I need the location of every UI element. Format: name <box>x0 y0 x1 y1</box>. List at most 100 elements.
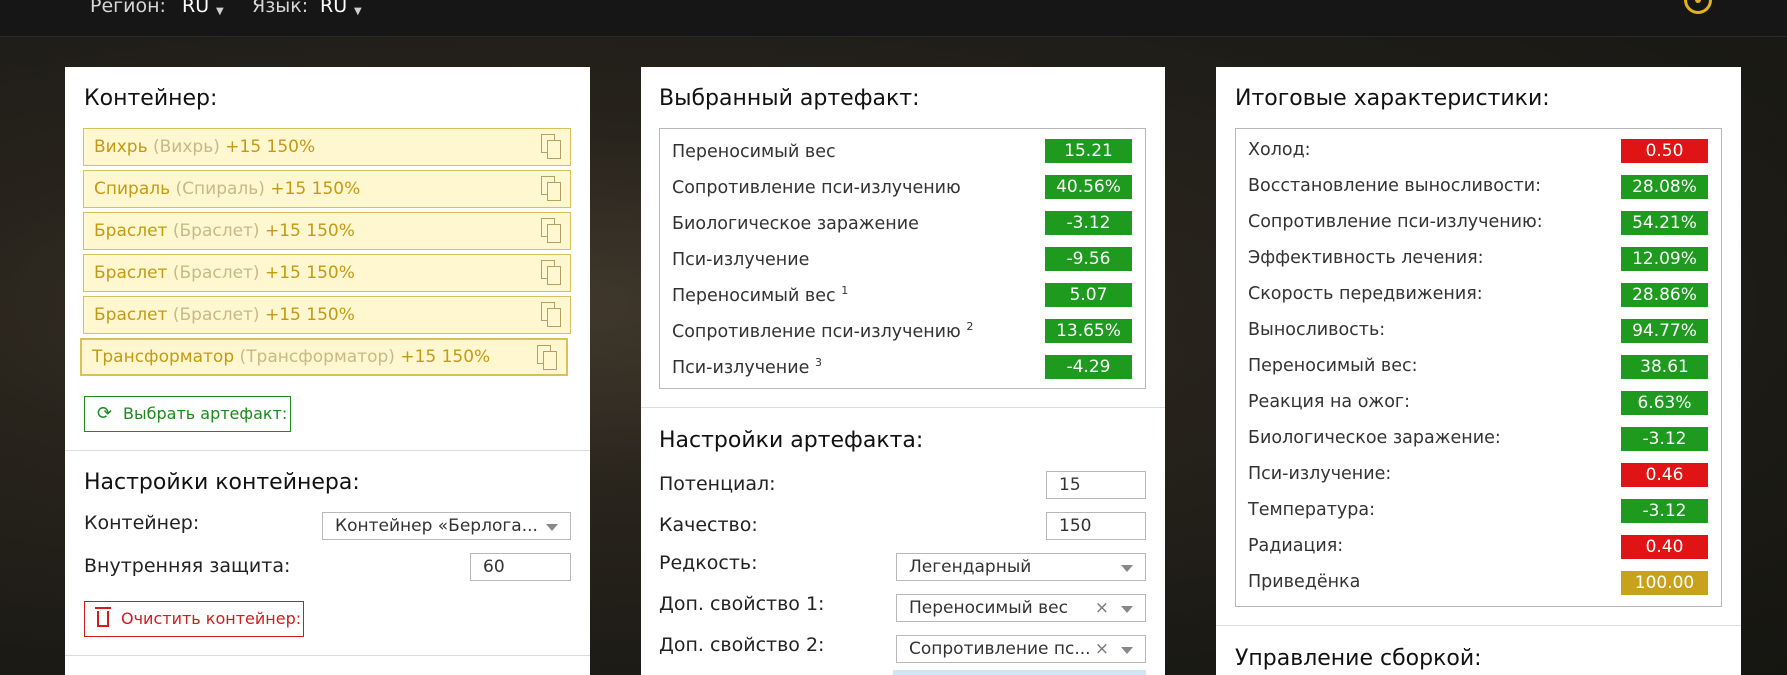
stat-label: Восстановление выносливости: <box>1248 176 1541 196</box>
refresh-icon: ⟳ <box>97 403 113 424</box>
item-stats: +15 150% <box>264 263 355 283</box>
container-item[interactable]: Вихрь (Вихрь) +15 150% <box>83 128 571 166</box>
stat-label: Эффективность лечения: <box>1248 248 1484 268</box>
item-stats: +15 150% <box>264 221 355 241</box>
stat-value: 40.56% <box>1045 175 1132 199</box>
stat-label: Выносливость: <box>1248 320 1386 340</box>
totals-stats-table: Холод: 0.50 Восстановление выносливости:… <box>1235 128 1722 607</box>
copy-icon[interactable] <box>541 218 561 244</box>
sun-icon[interactable] <box>1684 0 1712 14</box>
divider <box>65 655 590 656</box>
quality-input[interactable]: 150 <box>1046 512 1146 540</box>
clear-icon[interactable]: × <box>1095 595 1109 621</box>
stat-label: Биологическое заражение: <box>1248 428 1501 448</box>
rarity-select[interactable]: Легендарный <box>896 553 1146 581</box>
copy-icon[interactable] <box>541 176 561 202</box>
totals-title: Итоговые характеристики: <box>1235 86 1550 111</box>
item-name: Браслет <box>94 305 168 325</box>
select-value: Сопротивление пс... <box>909 639 1091 659</box>
extra-property-2-label: Доп. свойство 2: <box>659 634 825 656</box>
stat-value: 13.65% <box>1045 319 1132 343</box>
copy-icon[interactable] <box>541 302 561 328</box>
protection-input[interactable]: 60 <box>470 553 571 581</box>
select-value: Контейнер «Берлога... <box>335 516 538 536</box>
item-stats: +15 150% <box>270 179 361 199</box>
select-value: Переносимый вес <box>909 598 1068 618</box>
stat-value: 0.50 <box>1621 139 1708 163</box>
stat-value: -3.12 <box>1045 211 1132 235</box>
select-value: Легендарный <box>909 557 1032 577</box>
item-stats: +15 150% <box>264 305 355 325</box>
extra-property-1-label: Доп. свойство 1: <box>659 593 825 615</box>
container-item[interactable]: Спираль (Спираль) +15 150% <box>83 170 571 208</box>
stat-label: Пси-излучение <box>672 249 810 270</box>
chevron-down-icon: ▼ <box>354 6 362 17</box>
extra-property-2-select[interactable]: Сопротивление пс... × <box>896 635 1146 663</box>
potential-input[interactable]: 15 <box>1046 471 1146 499</box>
stat-value: 38.61 <box>1621 355 1708 379</box>
clear-icon[interactable]: × <box>1095 636 1109 662</box>
artifact-settings-title: Настройки артефакта: <box>659 428 924 453</box>
chevron-down-icon <box>1121 565 1133 572</box>
stat-label: Переносимый вес 1 <box>672 284 849 306</box>
chevron-down-icon <box>546 524 558 531</box>
region-select[interactable]: RU <box>182 0 209 17</box>
item-stats: +15 150% <box>225 137 316 157</box>
item-alt-name: (Спираль) <box>175 179 265 199</box>
divider <box>1216 625 1741 626</box>
stat-value: -9.56 <box>1045 247 1132 271</box>
language-label: Язык: <box>252 0 309 17</box>
stat-label: Радиация: <box>1248 536 1344 556</box>
item-alt-name: (Браслет) <box>172 221 260 241</box>
container-item[interactable]: Браслет (Браслет) +15 150% <box>83 296 571 334</box>
choose-artifact-button[interactable]: ⟳ Выбрать артефакт: <box>84 396 291 432</box>
item-name: Вихрь <box>94 137 148 157</box>
artifact-stats-table: Переносимый вес 15.21 Сопротивление пси-… <box>659 128 1146 389</box>
item-name: Браслет <box>94 221 168 241</box>
focus-highlight <box>893 670 1146 675</box>
stat-value: 28.08% <box>1621 175 1708 199</box>
stat-value: 0.46 <box>1621 463 1708 487</box>
stat-label: Скорость передвижения: <box>1248 284 1483 304</box>
container-item[interactable]: Браслет (Браслет) +15 150% <box>83 212 571 250</box>
divider <box>65 450 590 451</box>
region-label: Регион: <box>90 0 166 17</box>
artifact-title: Выбранный артефакт: <box>659 86 920 111</box>
item-alt-name: (Браслет) <box>172 263 260 283</box>
stat-value: -4.29 <box>1045 355 1132 379</box>
stat-label: Реакция на ожог: <box>1248 392 1410 412</box>
stat-label: Сопротивление пси-излучению <box>672 177 961 198</box>
copy-icon[interactable] <box>537 345 557 371</box>
container-title: Контейнер: <box>84 86 218 111</box>
stat-label: Пси-излучение: <box>1248 464 1392 484</box>
stat-value: 54.21% <box>1621 211 1708 235</box>
stat-label: Пси-излучение 3 <box>672 356 822 378</box>
stat-label: Сопротивление пси-излучению: <box>1248 212 1543 232</box>
button-label: Выбрать артефакт: <box>123 404 288 423</box>
container-item[interactable]: Браслет (Браслет) +15 150% <box>83 254 571 292</box>
stat-label: Переносимый вес <box>672 141 836 162</box>
container-select[interactable]: Контейнер «Берлога... <box>322 512 571 540</box>
item-stats: +15 150% <box>400 347 491 367</box>
stat-value: 12.09% <box>1621 247 1708 271</box>
clear-container-button[interactable]: Очистить контейнер: <box>84 601 304 637</box>
stat-value: 5.07 <box>1045 283 1132 307</box>
stat-label: Сопротивление пси-излучению 2 <box>672 320 974 342</box>
item-alt-name: (Трансформатор) <box>239 347 395 367</box>
item-alt-name: (Вихрь) <box>153 137 220 157</box>
container-settings-title: Настройки контейнера: <box>84 470 360 495</box>
copy-icon[interactable] <box>541 134 561 160</box>
extra-property-1-select[interactable]: Переносимый вес × <box>896 594 1146 622</box>
divider <box>641 407 1165 408</box>
button-label: Очистить контейнер: <box>121 609 302 628</box>
chevron-down-icon <box>1121 606 1133 613</box>
chevron-down-icon: ▼ <box>216 6 224 17</box>
container-item-selected[interactable]: Трансформатор (Трансформатор) +15 150% <box>80 338 568 376</box>
chevron-down-icon <box>1121 647 1133 654</box>
stat-value: 28.86% <box>1621 283 1708 307</box>
build-management-title: Управление сборкой: <box>1235 646 1482 671</box>
copy-icon[interactable] <box>541 260 561 286</box>
stat-label: Переносимый вес: <box>1248 356 1418 376</box>
language-select[interactable]: RU <box>320 0 347 17</box>
stat-label: Температура: <box>1248 500 1375 520</box>
